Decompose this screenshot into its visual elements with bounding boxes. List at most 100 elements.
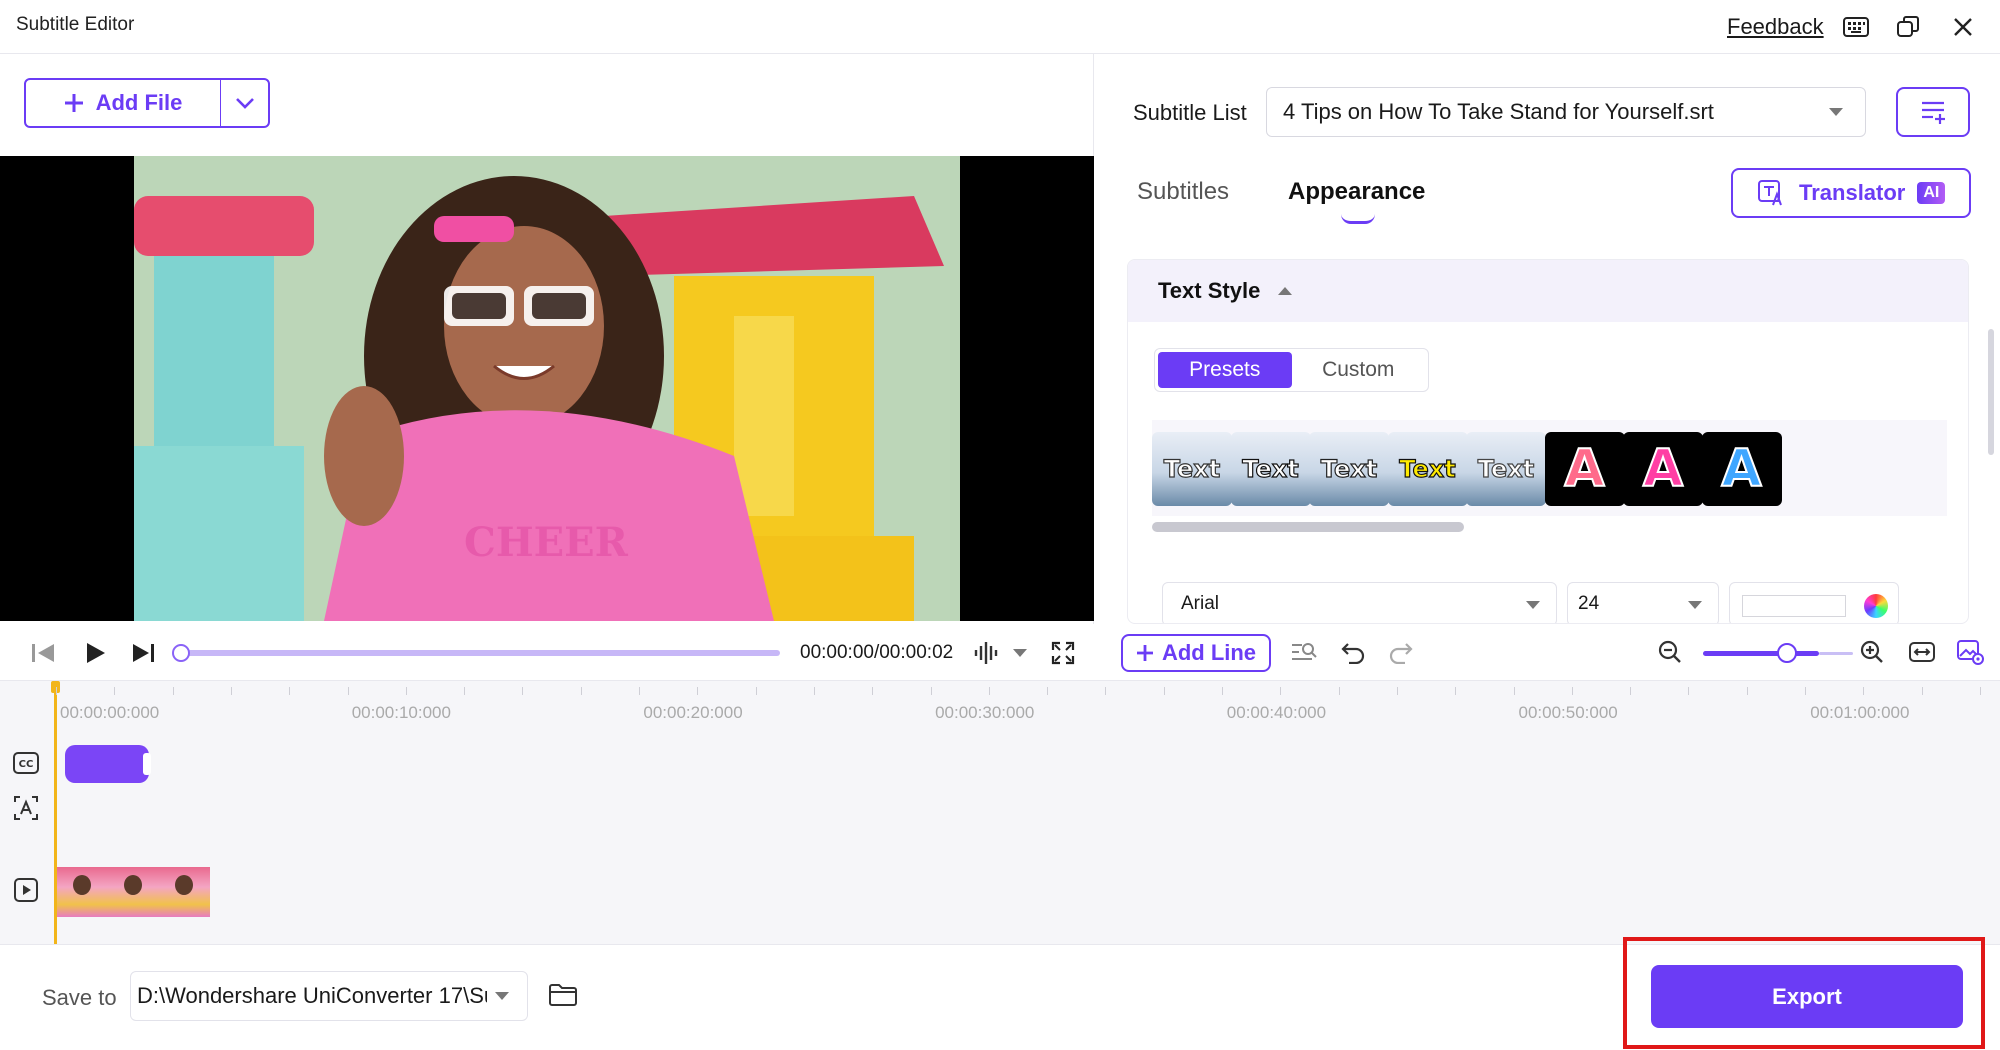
text-style-icon[interactable] [12,794,40,822]
zoom-slider-track[interactable] [1819,652,1853,655]
timeline-toolbar: Add Line [1095,624,2000,680]
ruler-label: 00:00:30:000 [935,703,1035,722]
preset-style-label: Text [1163,454,1221,483]
ruler-tick-mark [1688,687,1690,695]
preset-style-5[interactable]: Text [1466,432,1546,506]
ruler-label: 00:00:10:000 [351,703,451,722]
ruler-tick-mark [1047,687,1049,695]
subtitle-list-menu-button[interactable] [1896,87,1970,137]
zoom-slider-fill [1703,651,1819,656]
previous-frame-icon[interactable] [28,638,58,668]
close-icon[interactable] [1946,10,1980,44]
cc-icon[interactable]: CC [12,749,40,777]
playback-progress-knob[interactable] [172,644,190,662]
restore-window-icon[interactable] [1891,10,1925,44]
image-settings-icon[interactable] [1954,636,1986,668]
font-color-swatch [1742,595,1846,617]
segment-custom[interactable]: Custom [1292,352,1426,388]
timeline[interactable]: CC 00:00:00:000 00:00:10:000 00:00:20:000 0… [0,680,2000,945]
search-replace-icon[interactable] [1288,636,1320,668]
preset-style-label: Text [1320,454,1378,483]
next-frame-icon[interactable] [129,638,159,668]
play-icon[interactable] [80,638,110,668]
ruler-tick-mark [1805,687,1806,695]
ruler-tick-mark [1280,687,1282,695]
subtitle-list-select[interactable]: 4 Tips on How To Take Stand for Yourself… [1266,87,1866,137]
title-bar: Subtitle Editor Feedback [0,0,2000,54]
caret-down-icon [1526,601,1540,609]
tab-subtitles[interactable]: Subtitles [1137,178,1229,206]
ruler-tick-mark [1921,687,1923,695]
preset-style-8[interactable]: A [1701,432,1782,506]
active-tab-indicator [1341,214,1375,224]
zoom-slider-knob[interactable] [1777,643,1797,663]
feedback-link[interactable]: Feedback [1727,14,1824,40]
ruler-tick-mark [289,687,291,695]
ruler-tick-mark [1455,687,1457,695]
redo-icon[interactable] [1385,636,1417,668]
translator-button[interactable]: Translator AI [1731,168,1971,218]
ruler-tick-mark [114,687,116,695]
clip-resize-handle[interactable] [143,753,151,775]
preset-style-7[interactable]: A [1623,432,1703,506]
ruler-tick-mark [347,687,349,695]
chevron-down-icon [235,98,254,109]
preset-style-3[interactable]: Text [1309,432,1389,506]
keyboard-icon[interactable] [1839,10,1873,44]
settings-scrollbar[interactable] [1988,329,1994,455]
preset-style-6[interactable]: A [1544,432,1625,506]
font-family-select[interactable]: Arial [1162,582,1557,623]
export-button[interactable]: Export [1651,965,1963,1028]
font-size-value: 24 [1578,593,1600,614]
text-style-header[interactable]: Text Style [1128,260,1968,322]
ruler-tick-mark [1571,687,1573,695]
tab-appearance[interactable]: Appearance [1288,178,1425,206]
preset-style-4[interactable]: Text [1387,432,1468,506]
ruler-tick-mark [872,687,874,695]
segment-presets[interactable]: Presets [1158,352,1292,388]
folder-icon[interactable] [545,977,581,1013]
preset-style-label: A [1720,438,1762,500]
fullscreen-icon[interactable] [1048,638,1078,668]
add-line-button[interactable]: Add Line [1121,634,1271,672]
preset-style-1[interactable]: Text [1152,432,1232,506]
audio-waveform-icon[interactable] [972,638,1002,668]
video-track-icon[interactable] [12,876,40,904]
translate-icon [1758,180,1782,206]
ruler-tick-mark [464,687,466,695]
font-size-select[interactable]: 24 [1567,582,1719,623]
caret-down-icon[interactable] [1005,638,1035,668]
svg-text:CHEER: CHEER [464,519,629,566]
undo-icon[interactable] [1337,636,1369,668]
playback-bar: 00:00:00/00:00:02 [0,624,1094,680]
preset-style-label: Text [1242,454,1300,483]
fit-timeline-icon[interactable] [1906,636,1938,668]
preset-style-label: Text [1477,454,1535,483]
ruler-tick-mark [230,687,232,695]
font-color-picker[interactable] [1729,582,1899,623]
video-frame: CHEER [134,156,960,621]
subtitle-list-value: 4 Tips on How To Take Stand for Yourself… [1283,99,1714,124]
ruler-tick-mark [56,687,57,695]
video-preview[interactable]: CHEER [0,156,1094,621]
preset-gallery: Text Text Text Text Text A A A [1152,420,1947,516]
ruler-tick-mark [522,687,524,695]
zoom-in-icon[interactable] [1856,636,1888,668]
ai-badge: AI [1917,182,1946,204]
video-thumbnail [159,867,210,917]
preset-scrollbar[interactable] [1152,522,1464,532]
preset-style-2[interactable]: Text [1230,432,1311,506]
zoom-out-icon[interactable] [1654,636,1686,668]
add-file-dropdown-button[interactable] [221,80,268,126]
save-to-label: Save to [42,985,117,1010]
video-clip[interactable] [57,867,210,917]
add-file-control: Add File [24,78,270,128]
playback-progress-bar[interactable] [172,644,780,662]
style-mode-segmented-control: Presets Custom [1154,348,1429,392]
ruler-tick-mark [1746,687,1748,695]
subtitle-clip[interactable] [65,745,151,783]
color-wheel-icon[interactable] [1864,594,1888,618]
plus-icon [1136,645,1153,661]
save-path-select[interactable]: D:\Wondershare UniConverter 17\Subtitle … [130,971,528,1021]
add-file-button[interactable]: Add File [26,80,220,126]
